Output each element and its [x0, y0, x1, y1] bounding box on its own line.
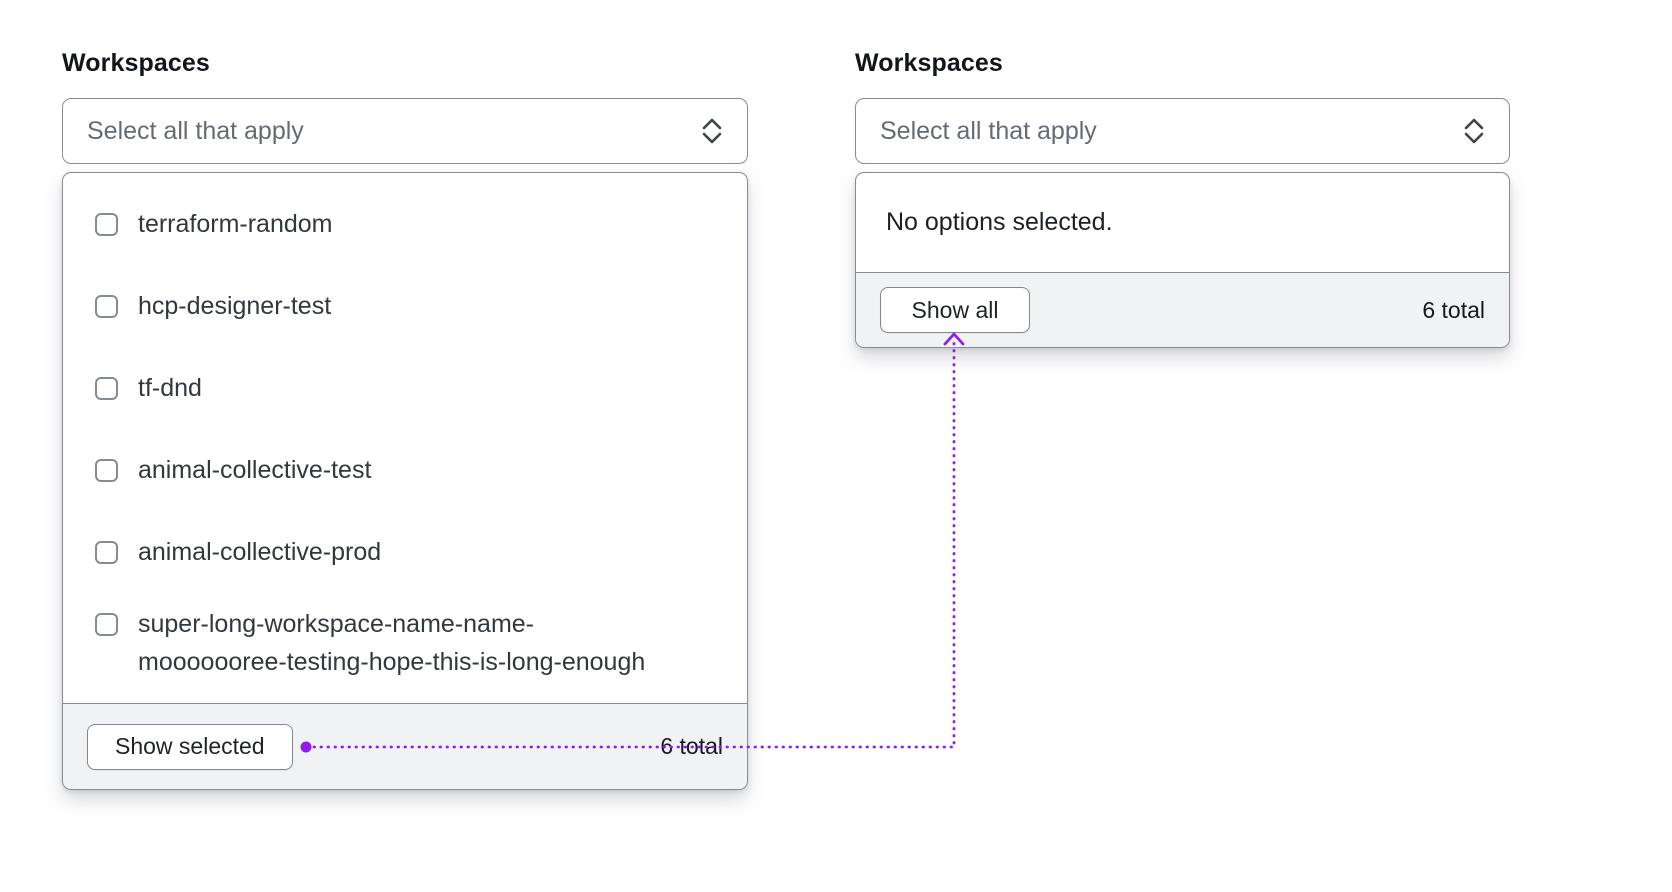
- option-checkbox[interactable]: [95, 540, 118, 564]
- trigger-placeholder: Select all that apply: [87, 116, 304, 145]
- option-row[interactable]: animal-collective-test: [63, 429, 747, 511]
- option-checkbox[interactable]: [95, 458, 118, 482]
- listbox-footer: Show all 6 total: [856, 272, 1509, 347]
- multiselect-trigger-left[interactable]: Select all that apply: [62, 98, 748, 164]
- chevron-up-down-icon: [702, 118, 722, 144]
- empty-message: No options selected.: [886, 208, 1113, 236]
- option-label: terraform-random: [138, 210, 333, 238]
- listbox-footer: Show selected 6 total: [63, 703, 747, 789]
- option-label: animal-collective-test: [138, 456, 372, 484]
- option-row[interactable]: animal-collective-prod: [63, 511, 747, 593]
- option-checkbox[interactable]: [95, 376, 118, 400]
- multiselect-trigger-right[interactable]: Select all that apply: [855, 98, 1510, 164]
- total-count: 6 total: [660, 733, 723, 759]
- chevron-up-down-icon: [1464, 118, 1484, 144]
- option-row[interactable]: tf-dnd: [63, 347, 747, 429]
- show-selected-button[interactable]: Show selected: [87, 723, 293, 770]
- option-label: hcp-designer-test: [138, 292, 332, 320]
- option-label: super-long-workspace-name-name-moooooore…: [138, 610, 646, 676]
- total-count: 6 total: [1422, 296, 1485, 323]
- workspaces-label-left: Workspaces: [62, 49, 210, 77]
- option-checkbox[interactable]: [95, 212, 118, 236]
- trigger-placeholder: Select all that apply: [880, 116, 1097, 145]
- option-checkbox[interactable]: [95, 613, 118, 636]
- options-listbox: terraform-random hcp-designer-test tf-dn…: [63, 173, 747, 703]
- option-label: tf-dnd: [138, 374, 202, 402]
- option-row[interactable]: terraform-random: [63, 183, 747, 265]
- show-all-button[interactable]: Show all: [880, 287, 1030, 333]
- workspaces-label-right: Workspaces: [855, 49, 1003, 77]
- dropdown-listbox-card: terraform-random hcp-designer-test tf-dn…: [62, 172, 748, 790]
- option-row[interactable]: hcp-designer-test: [63, 265, 747, 347]
- option-label: animal-collective-prod: [138, 538, 382, 566]
- option-checkbox[interactable]: [95, 294, 118, 318]
- option-row[interactable]: super-long-workspace-name-name-moooooore…: [63, 593, 747, 681]
- dropdown-empty-card: No options selected. Show all 6 total: [855, 172, 1510, 348]
